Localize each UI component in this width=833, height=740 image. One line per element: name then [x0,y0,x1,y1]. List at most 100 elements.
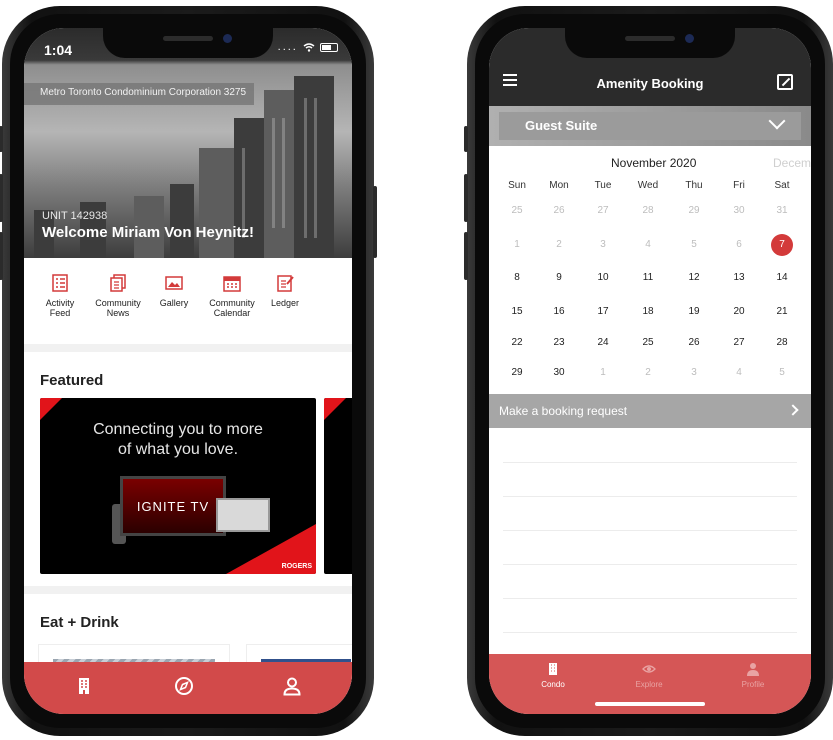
section-divider [24,586,352,594]
calendar-day[interactable]: 20 [719,301,759,323]
calendar-day[interactable]: 26 [674,332,714,354]
quick-link-community-news[interactable]: Community News [86,274,150,318]
calendar-day-number: 29 [511,367,523,378]
calendar-day[interactable]: 13 [719,267,759,289]
quick-link-label: Ledger [270,298,300,308]
calendar-day[interactable]: 27 [719,332,759,354]
calendar-day[interactable]: 2 [628,362,668,384]
calendar-day[interactable]: 16 [539,301,579,323]
section-divider [24,344,352,352]
quick-link-gallery[interactable]: Gallery [142,274,206,308]
calendar-day-number: 1 [600,367,606,378]
tab-bar: Condo Explore Profile [489,654,811,714]
welcome-message: Welcome Miriam Von Heynitz! [42,224,254,241]
calendar-day[interactable]: 19 [674,301,714,323]
weekday-label: Wed [637,180,659,191]
calendar-day-number: 13 [733,272,745,283]
screen-left: 1:04 .... Metro Toronto Condominium Corp… [24,28,352,714]
tab-profile[interactable]: Profile [713,662,793,689]
weekday-label: Sat [774,180,790,191]
calendar-day-number: 24 [597,337,609,348]
calendar-day[interactable]: 28 [762,332,802,354]
calendar-day[interactable]: 3 [583,234,623,256]
mute-switch [0,126,3,152]
calendar-day[interactable]: 15 [497,301,537,323]
calendar-day[interactable]: 23 [539,332,579,354]
mute-switch [464,126,468,152]
status-icons: .... [278,41,338,53]
volume-up-button [0,174,3,222]
calendar-day-number: 11 [642,272,654,283]
calendar-day[interactable]: 10 [583,267,623,289]
building-icon[interactable] [74,676,94,696]
calendar-day-number: 26 [688,337,700,348]
calendar-day[interactable]: 30 [539,362,579,384]
calendar-day[interactable]: 2 [539,234,579,256]
expand-icon[interactable] [777,74,793,90]
calendar-day[interactable]: 18 [628,301,668,323]
tab-condo[interactable]: Condo [513,662,593,689]
calendar-day[interactable]: 14 [762,267,802,289]
calendar-day-number: 27 [733,337,745,348]
booking-request-button[interactable]: Make a booking request [489,394,811,428]
calendar-day[interactable]: 25 [628,332,668,354]
home-indicator [595,702,705,706]
weekday-label: Mon [549,180,569,191]
calendar-day[interactable]: 3 [674,362,714,384]
user-icon[interactable] [282,676,302,696]
calendar-day[interactable]: 25 [497,200,537,222]
featured-headline-line: Connecting you to more [93,421,263,438]
amenity-dropdown[interactable]: Guest Suite [499,112,801,140]
calendar-day-number: 1 [514,239,520,250]
calendar-day[interactable]: 27 [583,200,623,222]
featured-card[interactable]: Connecting you to more of what you love.… [40,398,316,574]
calendar-day[interactable]: 8 [497,267,537,289]
calendar-day[interactable]: 1 [497,234,537,256]
power-button [373,186,377,258]
calendar-day-number: 31 [776,205,788,216]
quick-link-community-calendar[interactable]: Community Calendar [200,274,264,318]
calendar-day[interactable]: 5 [674,234,714,256]
list-divider [503,530,797,531]
compass-icon[interactable] [174,676,194,696]
volume-down-button [464,232,468,280]
calendar-day[interactable]: 9 [539,267,579,289]
calendar-day[interactable]: 22 [497,332,537,354]
calendar-day[interactable]: 28 [628,200,668,222]
calendar-day-number: 4 [736,367,742,378]
phone-right: Amenity Booking Guest Suite November 202… [464,6,833,736]
weekday-label: Thu [685,180,703,191]
amenity-selected-value: Guest Suite [525,118,598,133]
calendar-day[interactable]: 17 [583,301,623,323]
featured-card-next[interactable] [324,398,352,574]
calendar-day-number: 12 [688,272,700,283]
calendar-day[interactable]: 4 [719,362,759,384]
calendar-day[interactable]: 1 [583,362,623,384]
tab-label: Explore [635,680,663,689]
quick-link-activity-feed[interactable]: Activity Feed [28,274,92,318]
calendar-day[interactable]: 29 [497,362,537,384]
calendar-day-selected[interactable]: 7 [762,234,802,256]
calendar-day-number: 29 [688,205,700,216]
tab-explore[interactable]: Explore [609,662,689,689]
calendar-day[interactable]: 26 [539,200,579,222]
quick-link-label: Community [209,298,255,308]
calendar-next-month[interactable]: Decemb [773,156,811,170]
calendar-day[interactable]: 29 [674,200,714,222]
calendar-day[interactable]: 24 [583,332,623,354]
calendar-day[interactable]: 11 [628,267,668,289]
calendar-day[interactable]: 12 [674,267,714,289]
calendar-day[interactable]: 30 [719,200,759,222]
calendar-icon [223,276,241,292]
calendar-day[interactable]: 31 [762,200,802,222]
weekday-label: Tue [594,180,612,191]
calendar-day[interactable]: 5 [762,362,802,384]
image-icon [165,276,183,290]
calendar-day[interactable]: 6 [719,234,759,256]
calendar-day[interactable]: 4 [628,234,668,256]
quick-link-ledger[interactable]: Ledger [260,274,310,308]
battery-icon [320,42,338,52]
calendar-day[interactable]: 21 [762,301,802,323]
quick-link-label: Feed [49,308,71,318]
brand-logo: ROGERS [281,563,312,570]
